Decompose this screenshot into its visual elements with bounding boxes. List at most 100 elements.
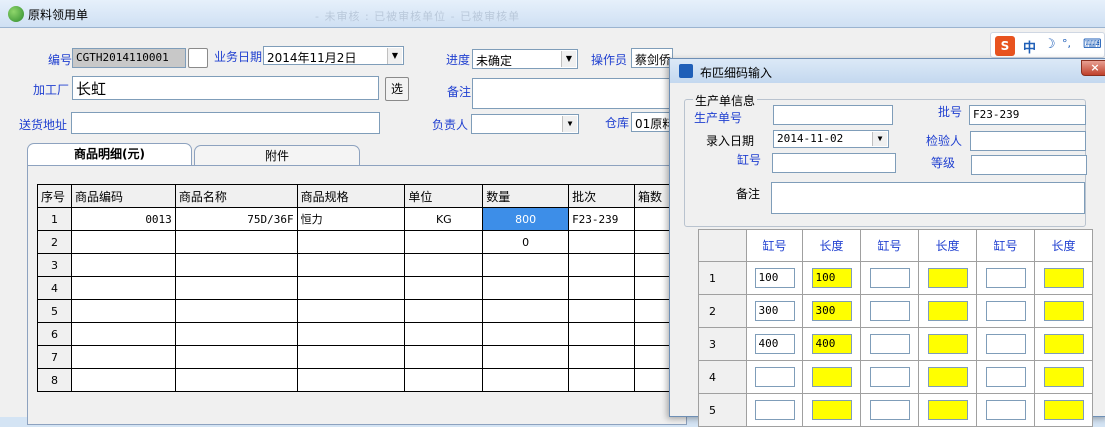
vat-input[interactable]: 400	[754, 334, 795, 354]
cell-name[interactable]: 75D/36F	[174, 207, 298, 231]
col-header[interactable]: 序号	[37, 184, 72, 208]
batch-label: 批号	[938, 105, 963, 119]
inspector-field[interactable]	[970, 131, 1086, 151]
vat-input[interactable]	[869, 301, 910, 321]
col-header[interactable]: 批次	[568, 184, 636, 208]
col-header-length: 长度	[802, 229, 861, 262]
cell-batch[interactable]: F23-239	[568, 207, 636, 231]
table-row[interactable]: 4	[37, 276, 687, 300]
length-input[interactable]	[1043, 268, 1084, 288]
vat-input[interactable]: 300	[754, 301, 795, 321]
table-header-row: 序号 商品编码 商品名称 商品规格 单位 数量 批次 箱数	[37, 184, 687, 208]
col-header[interactable]: 数量	[482, 184, 570, 208]
date-picker[interactable]: 2014年11月2日 ▼	[263, 46, 404, 65]
keyboard-icon[interactable]: ⌨	[1083, 37, 1102, 52]
remark-field[interactable]	[472, 78, 674, 109]
entry-date-picker[interactable]: 2014-11-02 ▼	[773, 130, 889, 148]
progress-label: 进度	[446, 53, 471, 67]
table-row[interactable]: 3	[37, 253, 687, 277]
owner-select[interactable]: ▼	[471, 114, 579, 134]
batch-field[interactable]: F23-239	[969, 105, 1086, 125]
length-input[interactable]	[927, 334, 968, 354]
code-field[interactable]: CGTH2014110001	[72, 48, 186, 68]
length-input[interactable]: 100	[811, 268, 852, 288]
length-input[interactable]	[1043, 301, 1084, 321]
length-input[interactable]	[927, 301, 968, 321]
prod-no-field[interactable]	[773, 105, 893, 125]
progress-select[interactable]: 未确定 ▼	[472, 49, 578, 69]
grid-row: 3 400 400	[698, 327, 1093, 361]
col-header[interactable]: 商品名称	[174, 184, 298, 208]
row-number: 8	[37, 368, 72, 392]
cell-batch[interactable]	[568, 230, 636, 254]
length-input[interactable]	[811, 400, 852, 420]
address-field[interactable]	[71, 112, 380, 134]
cell-unit[interactable]: KG	[404, 207, 484, 231]
length-input[interactable]	[811, 367, 852, 387]
col-header-length: 长度	[918, 229, 977, 262]
length-input[interactable]: 300	[811, 301, 852, 321]
vat-input[interactable]: 100	[754, 268, 795, 288]
vat-input[interactable]	[869, 334, 910, 354]
table-row[interactable]: 8	[37, 368, 687, 392]
dialog-app-icon	[679, 64, 693, 78]
length-input[interactable]: 400	[811, 334, 852, 354]
vat-input[interactable]	[869, 367, 910, 387]
punctuation-icon[interactable]: °,	[1062, 37, 1071, 50]
chevron-down-icon[interactable]: ▼	[562, 116, 577, 132]
cell-spec[interactable]: 恒力	[296, 207, 406, 231]
length-input[interactable]	[927, 400, 968, 420]
vat-input[interactable]	[985, 301, 1026, 321]
vat-field[interactable]	[772, 153, 896, 173]
col-header[interactable]: 商品规格	[296, 184, 406, 208]
length-input[interactable]	[1043, 334, 1084, 354]
row-number: 4	[37, 276, 72, 300]
chinese-mode-icon[interactable]: 中	[1023, 37, 1036, 56]
factory-field[interactable]: 长虹	[72, 76, 379, 100]
tab-attachment[interactable]: 附件	[194, 145, 360, 167]
length-input[interactable]	[927, 268, 968, 288]
select-factory-button[interactable]: 选	[385, 77, 409, 101]
operator-field[interactable]: 蔡剑侨	[631, 48, 673, 68]
row-number: 2	[37, 230, 72, 254]
length-input[interactable]	[1043, 400, 1084, 420]
col-header[interactable]: 单位	[404, 184, 484, 208]
grid-row: 5	[698, 393, 1093, 427]
fabric-code-dialog: 布匹细码输入 × 生产单信息 生产单号 批号 F23-239 录入日期 2014…	[669, 58, 1105, 427]
table-row[interactable]: 7	[37, 345, 687, 369]
vat-input[interactable]	[754, 367, 795, 387]
sogou-logo-icon[interactable]: S	[995, 36, 1015, 56]
chevron-down-icon[interactable]: ▼	[872, 132, 887, 146]
table-row[interactable]: 2 0	[37, 230, 687, 254]
col-header[interactable]: 商品编码	[70, 184, 176, 208]
cell-code[interactable]	[70, 230, 176, 254]
chevron-down-icon[interactable]: ▼	[387, 48, 402, 64]
table-row[interactable]: 6	[37, 322, 687, 346]
table-row[interactable]: 1 0013 75D/36F 恒力 KG 800 F23-239 3	[37, 207, 687, 231]
vat-input[interactable]	[869, 268, 910, 288]
length-input[interactable]	[927, 367, 968, 387]
warehouse-field[interactable]: 01原料	[631, 112, 673, 132]
moon-icon[interactable]: ☽	[1044, 37, 1056, 52]
vat-input[interactable]	[985, 400, 1026, 420]
vat-input[interactable]	[754, 400, 795, 420]
cell-quantity[interactable]: 0	[482, 230, 570, 254]
vat-input[interactable]	[985, 334, 1026, 354]
dialog-remark-field[interactable]	[771, 182, 1085, 214]
vat-input[interactable]	[869, 400, 910, 420]
table-row[interactable]: 5	[37, 299, 687, 323]
vat-label: 缸号	[737, 153, 762, 167]
chevron-down-icon[interactable]: ▼	[561, 51, 576, 67]
vat-input[interactable]	[985, 367, 1026, 387]
cell-quantity[interactable]: 800	[482, 207, 570, 231]
grade-field[interactable]	[971, 155, 1087, 175]
cell-code[interactable]: 0013	[70, 207, 176, 231]
vat-input[interactable]	[985, 268, 1026, 288]
code-toggle-button[interactable]	[188, 48, 208, 68]
tab-goods-detail[interactable]: 商品明细(元)	[27, 143, 192, 167]
cell-name[interactable]	[174, 230, 298, 254]
cell-spec[interactable]	[296, 230, 406, 254]
cell-unit[interactable]	[404, 230, 484, 254]
length-input[interactable]	[1043, 367, 1084, 387]
close-button[interactable]: ×	[1081, 60, 1105, 76]
